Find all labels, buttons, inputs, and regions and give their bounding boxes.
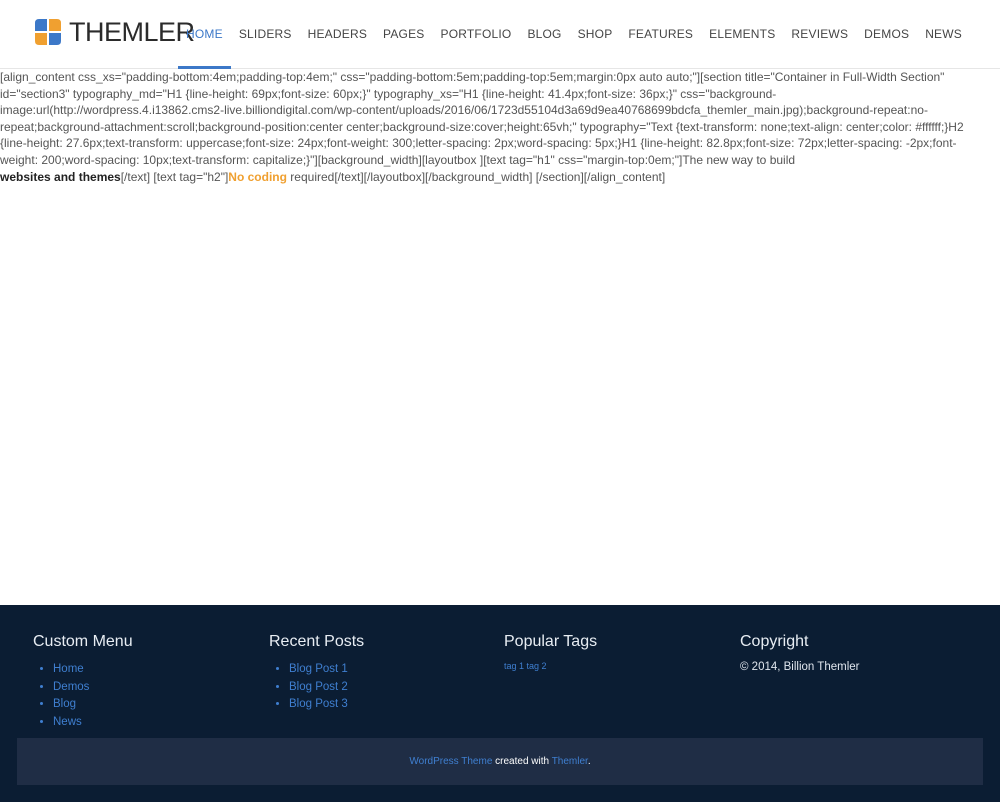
shortcode-bold-text: websites and themes bbox=[0, 169, 121, 184]
nav-item-blog[interactable]: BLOG bbox=[519, 0, 569, 68]
nav-item-sliders[interactable]: SLIDERS bbox=[231, 0, 300, 68]
custom-menu-item-blog[interactable]: Blog bbox=[53, 696, 133, 714]
custom-menu-title: Custom Menu bbox=[33, 633, 133, 650]
shortcode-raw-text: [align_content css_xs="padding-bottom:4e… bbox=[0, 70, 964, 167]
nav-item-news[interactable]: NEWS bbox=[917, 0, 970, 68]
shortcode-accent-text: No coding bbox=[228, 169, 287, 184]
nav-item-portfolio[interactable]: PORTFOLIO bbox=[433, 0, 520, 68]
shortcode-tail-text: required[/text][/layoutbox][/background_… bbox=[286, 169, 666, 184]
nav-item-headers[interactable]: HEADERS bbox=[300, 0, 375, 68]
footer-credit-bar: WordPress Theme created with Themler. bbox=[17, 738, 983, 785]
site-logo[interactable]: THEMLER bbox=[33, 15, 195, 49]
shortcode-after-bold: [/text] [text tag="h2"] bbox=[120, 169, 229, 184]
logo-text: THEMLER bbox=[69, 16, 195, 47]
recent-post-3[interactable]: Blog Post 3 bbox=[289, 696, 364, 714]
nav-item-pages[interactable]: PAGES bbox=[375, 0, 432, 68]
recent-post-2[interactable]: Blog Post 2 bbox=[289, 679, 364, 697]
footer-recent-posts: Recent Posts Blog Post 1 Blog Post 2 Blo… bbox=[269, 633, 364, 714]
recent-post-1[interactable]: Blog Post 1 bbox=[289, 661, 364, 679]
footer-copyright: Copyright © 2014, Billion Themler bbox=[740, 633, 860, 673]
copyright-title: Copyright bbox=[740, 633, 809, 650]
site-footer: Custom Menu Home Demos Blog News Recent … bbox=[0, 605, 1000, 802]
nav-item-features[interactable]: FEATURES bbox=[620, 0, 701, 68]
themler-logo-icon bbox=[35, 19, 61, 45]
nav-item-elements[interactable]: ELEMENTS bbox=[701, 0, 783, 68]
shortcode-content: [align_content css_xs="padding-bottom:4e… bbox=[0, 69, 1000, 185]
nav-item-shop[interactable]: SHOP bbox=[570, 0, 621, 68]
recent-posts-title: Recent Posts bbox=[269, 633, 365, 650]
credit-end-text: . bbox=[587, 756, 591, 767]
nav-item-home[interactable]: HOME bbox=[178, 0, 231, 69]
footer-custom-menu: Custom Menu Home Demos Blog News bbox=[33, 633, 133, 731]
nav-item-demos[interactable]: DEMOS bbox=[856, 0, 917, 68]
footer-popular-tags: Popular Tags tag 1 tag 2 bbox=[504, 633, 597, 671]
themler-link[interactable]: Themler bbox=[552, 756, 588, 767]
copyright-text: © 2014, Billion Themler bbox=[740, 661, 860, 673]
nav-item-reviews[interactable]: REVIEWS bbox=[783, 0, 856, 68]
custom-menu-item-home[interactable]: Home bbox=[53, 661, 133, 679]
custom-menu-item-demos[interactable]: Demos bbox=[53, 679, 133, 697]
credit-middle-text: created with bbox=[492, 756, 552, 767]
main-nav: HOME SLIDERS HEADERS PAGES PORTFOLIO BLO… bbox=[178, 0, 970, 69]
tag-cloud[interactable]: tag 1 tag 2 bbox=[504, 661, 597, 671]
popular-tags-title: Popular Tags bbox=[504, 633, 598, 650]
wordpress-theme-link[interactable]: WordPress Theme bbox=[409, 756, 492, 767]
custom-menu-item-news[interactable]: News bbox=[53, 714, 133, 732]
site-header: THEMLER HOME SLIDERS HEADERS PAGES PORTF… bbox=[0, 0, 1000, 69]
